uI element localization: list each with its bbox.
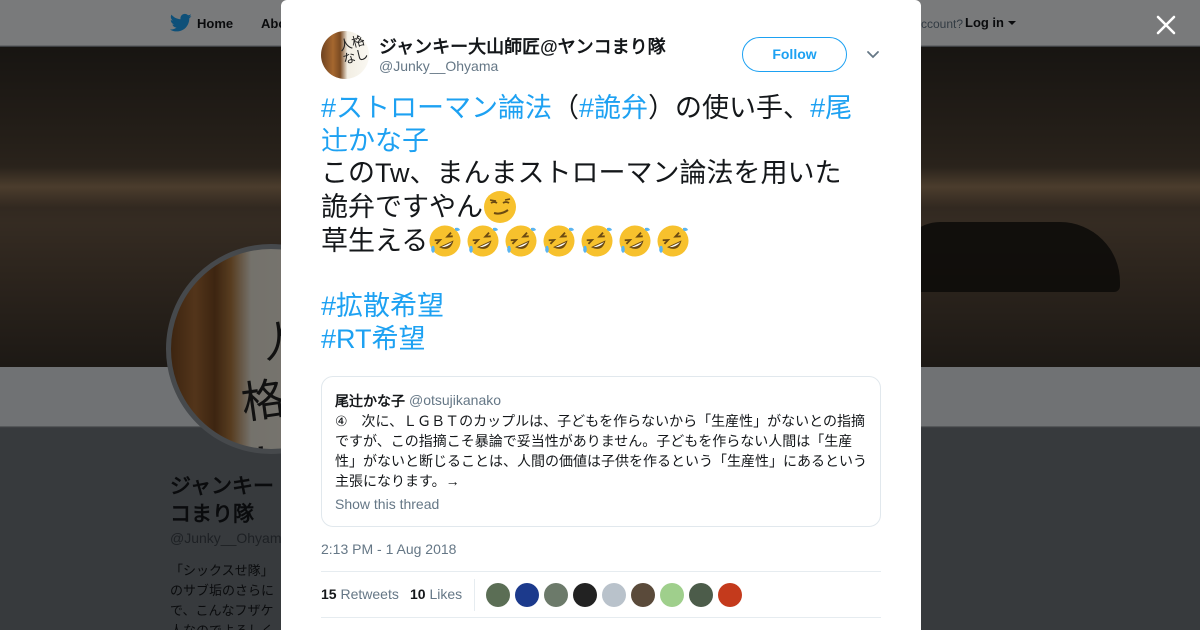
- quoted-tweet-card[interactable]: 尾辻かな子 @otsujikanako ④ 次に、ＬＧＢＴのカップルは、子どもを…: [321, 376, 881, 527]
- likes-stat[interactable]: 10 Likes: [410, 586, 462, 602]
- quoted-author-handle: @otsujikanako: [409, 392, 502, 408]
- tweet-line-7: #拡散希望: [321, 290, 881, 323]
- tweet-line-4: 詭弁ですやん: [321, 190, 881, 224]
- paren-open: （: [552, 93, 580, 123]
- hashtag-person-continued[interactable]: 辻かな子: [321, 126, 429, 156]
- likes-label: Likes: [429, 586, 463, 602]
- author-name[interactable]: ジャンキー大山師匠@ヤンコまり隊: [379, 33, 666, 59]
- retweets-count: 15: [321, 586, 337, 602]
- rolling-on-floor-laughing-emoji-icon: [619, 225, 651, 256]
- stats-vertical-divider: [474, 579, 475, 611]
- tweet-line-5-text: 草生える: [321, 225, 429, 256]
- liker-avatar[interactable]: [573, 583, 597, 607]
- tweet-line-1: #ストローマン論法（#詭弁）の使い手、#尾: [321, 92, 881, 125]
- liker-avatar[interactable]: [602, 583, 626, 607]
- retweets-stat[interactable]: 15 Retweets: [321, 586, 399, 602]
- author-avatar-text: 人格なし: [337, 33, 369, 69]
- hashtag-spread[interactable]: #拡散希望: [321, 291, 444, 321]
- hashtag-person[interactable]: #尾: [810, 93, 852, 123]
- tweet-line-8: #RT希望: [321, 323, 881, 356]
- smirking-face-emoji-icon: [484, 190, 516, 223]
- tweet-modal: 人格なし ジャンキー大山師匠@ヤンコまり隊 @Junky__Ohyama Fol…: [281, 0, 921, 630]
- tweet-timestamp[interactable]: 2:13 PM - 1 Aug 2018: [321, 541, 456, 557]
- author-avatar[interactable]: 人格なし: [321, 31, 369, 79]
- hashtag-sophistry[interactable]: #詭弁: [579, 93, 648, 123]
- tweet-line-4-text: 詭弁ですやん: [321, 191, 483, 222]
- rolling-on-floor-laughing-emoji-icon: [467, 225, 499, 256]
- liker-avatar[interactable]: [486, 583, 510, 607]
- liker-avatar[interactable]: [660, 583, 684, 607]
- liker-avatar[interactable]: [544, 583, 568, 607]
- liker-avatar[interactable]: [718, 583, 742, 607]
- close-icon[interactable]: [1153, 12, 1179, 38]
- rolling-on-floor-laughing-emoji-icon: [581, 225, 613, 256]
- likes-count: 10: [410, 586, 426, 602]
- liker-avatar[interactable]: [631, 583, 655, 607]
- quoted-tweet-text: ④ 次に、ＬＧＢＴのカップルは、子どもを作らないから「生産性」がないとの指摘です…: [335, 413, 867, 489]
- hashtag-rt[interactable]: #RT希望: [321, 324, 426, 354]
- show-thread-link[interactable]: Show this thread: [335, 496, 439, 512]
- stats-divider-bottom: [321, 617, 881, 618]
- rofl-emoji-row: [428, 225, 694, 256]
- tweet-line-3: このTw、まんまストローマン論法を用いた: [321, 158, 842, 188]
- chevron-down-icon[interactable]: [866, 50, 880, 60]
- tweet-line-5: 草生える: [321, 224, 881, 258]
- rolling-on-floor-laughing-emoji-icon: [543, 225, 575, 256]
- quoted-author-name: 尾辻かな子: [335, 393, 405, 409]
- tweet-text: #ストローマン論法（#詭弁）の使い手、#尾 辻かな子 このTw、まんまストローマ…: [321, 92, 881, 355]
- liker-avatar[interactable]: [515, 583, 539, 607]
- retweets-label: Retweets: [340, 586, 399, 602]
- stats-divider-top: [321, 571, 881, 572]
- author-handle[interactable]: @Junky__Ohyama: [379, 58, 498, 74]
- rolling-on-floor-laughing-emoji-icon: [505, 225, 537, 256]
- user-of-text: ）の使い手、: [648, 93, 811, 123]
- follow-button[interactable]: Follow: [742, 37, 847, 72]
- rolling-on-floor-laughing-emoji-icon: [429, 225, 461, 256]
- hashtag-strawman[interactable]: #ストローマン論法: [321, 93, 552, 123]
- liker-avatar[interactable]: [689, 583, 713, 607]
- rolling-on-floor-laughing-emoji-icon: [657, 225, 689, 256]
- tweet-line-2: 辻かな子: [321, 125, 881, 158]
